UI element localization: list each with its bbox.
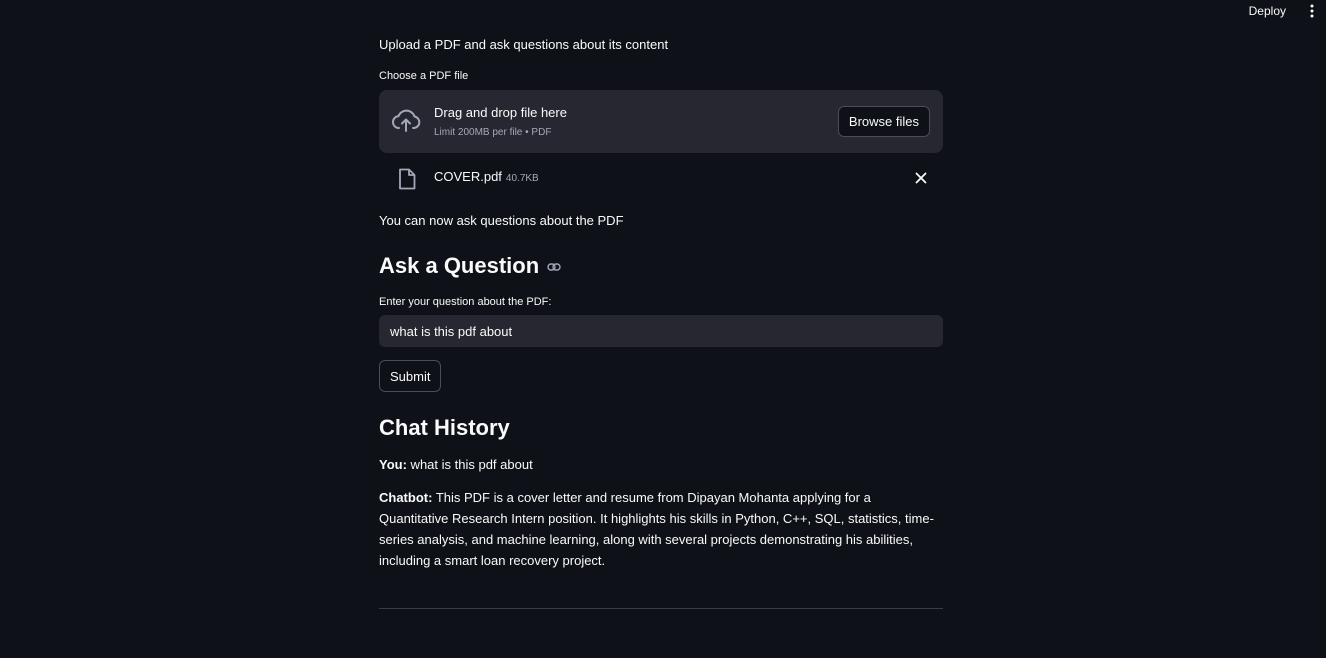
message-text: This PDF is a cover letter and resume fr… <box>379 490 934 568</box>
intro-text: Upload a PDF and ask questions about its… <box>379 37 669 52</box>
dropzone-title: Drag and drop file here <box>434 105 567 120</box>
submit-button[interactable]: Submit <box>379 360 442 392</box>
file-name-text: COVER.pdf <box>434 169 502 184</box>
ask-question-heading: Ask a Question <box>379 253 561 279</box>
more-vertical-icon[interactable] <box>1302 3 1322 19</box>
chat-message-user: You: what is this pdf about <box>379 454 943 475</box>
ask-question-heading-text: Ask a Question <box>379 253 540 278</box>
message-speaker: You <box>379 457 403 472</box>
close-icon[interactable] <box>913 170 929 186</box>
file-icon <box>399 168 416 190</box>
chat-history-heading: Chat History <box>379 415 510 440</box>
file-name: COVER.pdf 40.7KB <box>434 169 539 184</box>
link-icon[interactable] <box>547 262 561 272</box>
uploaded-file-row: COVER.pdf 40.7KB <box>379 163 943 193</box>
message-text: what is this pdf about <box>406 457 533 472</box>
deploy-button[interactable]: Deploy <box>1249 4 1286 18</box>
dropzone-limit: Limit 200MB per file • PDF <box>434 127 552 138</box>
uploader-label: Choose a PDF file <box>379 70 469 82</box>
message-speaker: Chatbot <box>379 490 429 505</box>
file-dropzone[interactable]: Drag and drop file here Limit 200MB per … <box>379 90 943 153</box>
question-input[interactable] <box>379 315 943 347</box>
status-text: You can now ask questions about the PDF <box>379 213 624 228</box>
browse-files-button[interactable]: Browse files <box>837 106 930 137</box>
cloud-upload-icon <box>392 109 421 132</box>
file-size: 40.7KB <box>505 173 539 184</box>
chat-message-bot: Chatbot: This PDF is a cover letter and … <box>379 487 943 571</box>
top-toolbar: Deploy <box>0 0 1326 24</box>
question-input-label: Enter your question about the PDF: <box>379 296 552 308</box>
divider <box>379 608 943 609</box>
